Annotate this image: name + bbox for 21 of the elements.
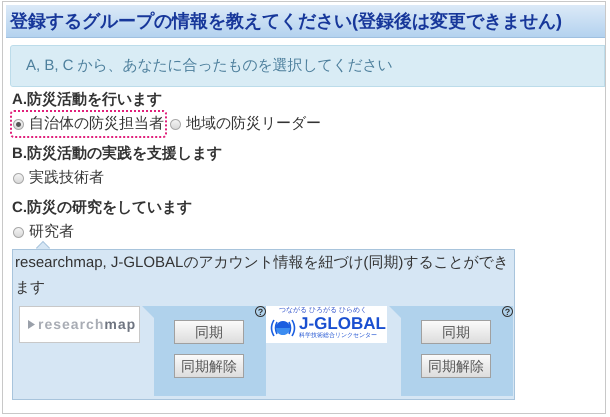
radio-option[interactable]: 自治体の防災担当者	[12, 112, 165, 136]
radio-option[interactable]: 研究者	[12, 220, 75, 244]
sync-button[interactable]: 同期解除	[421, 354, 491, 378]
play-icon	[28, 320, 35, 329]
form-title: 登録するグループの情報を教えてください(登録後は変更できません)	[10, 10, 562, 33]
researchmap-logo: researchmap	[19, 306, 140, 343]
section-heading: C.防災の研究をしています	[12, 198, 192, 218]
sync-button[interactable]: 同期	[421, 320, 491, 344]
panel-description: researchmap, J-GLOBALのアカウント情報を紐づけ(同期)することができます	[14, 253, 510, 298]
radio-button[interactable]	[170, 118, 181, 130]
section-heading: B.防災活動の実践を支援します	[12, 144, 222, 164]
radio-option[interactable]: 地域の防災リーダー	[169, 112, 322, 136]
section-heading: A.防災活動を行います	[12, 90, 162, 110]
radio-option[interactable]: 実践技術者	[12, 166, 105, 190]
radio-button[interactable]	[13, 118, 24, 130]
sync-button[interactable]: 同期解除	[174, 354, 244, 378]
notice-text: A, B, C から、あなたに合ったものを選択してください	[26, 56, 393, 76]
help-icon[interactable]: ?	[502, 306, 513, 317]
radio-button[interactable]	[13, 226, 24, 238]
sync-button[interactable]: 同期	[174, 320, 244, 344]
radio-button[interactable]	[13, 172, 24, 184]
